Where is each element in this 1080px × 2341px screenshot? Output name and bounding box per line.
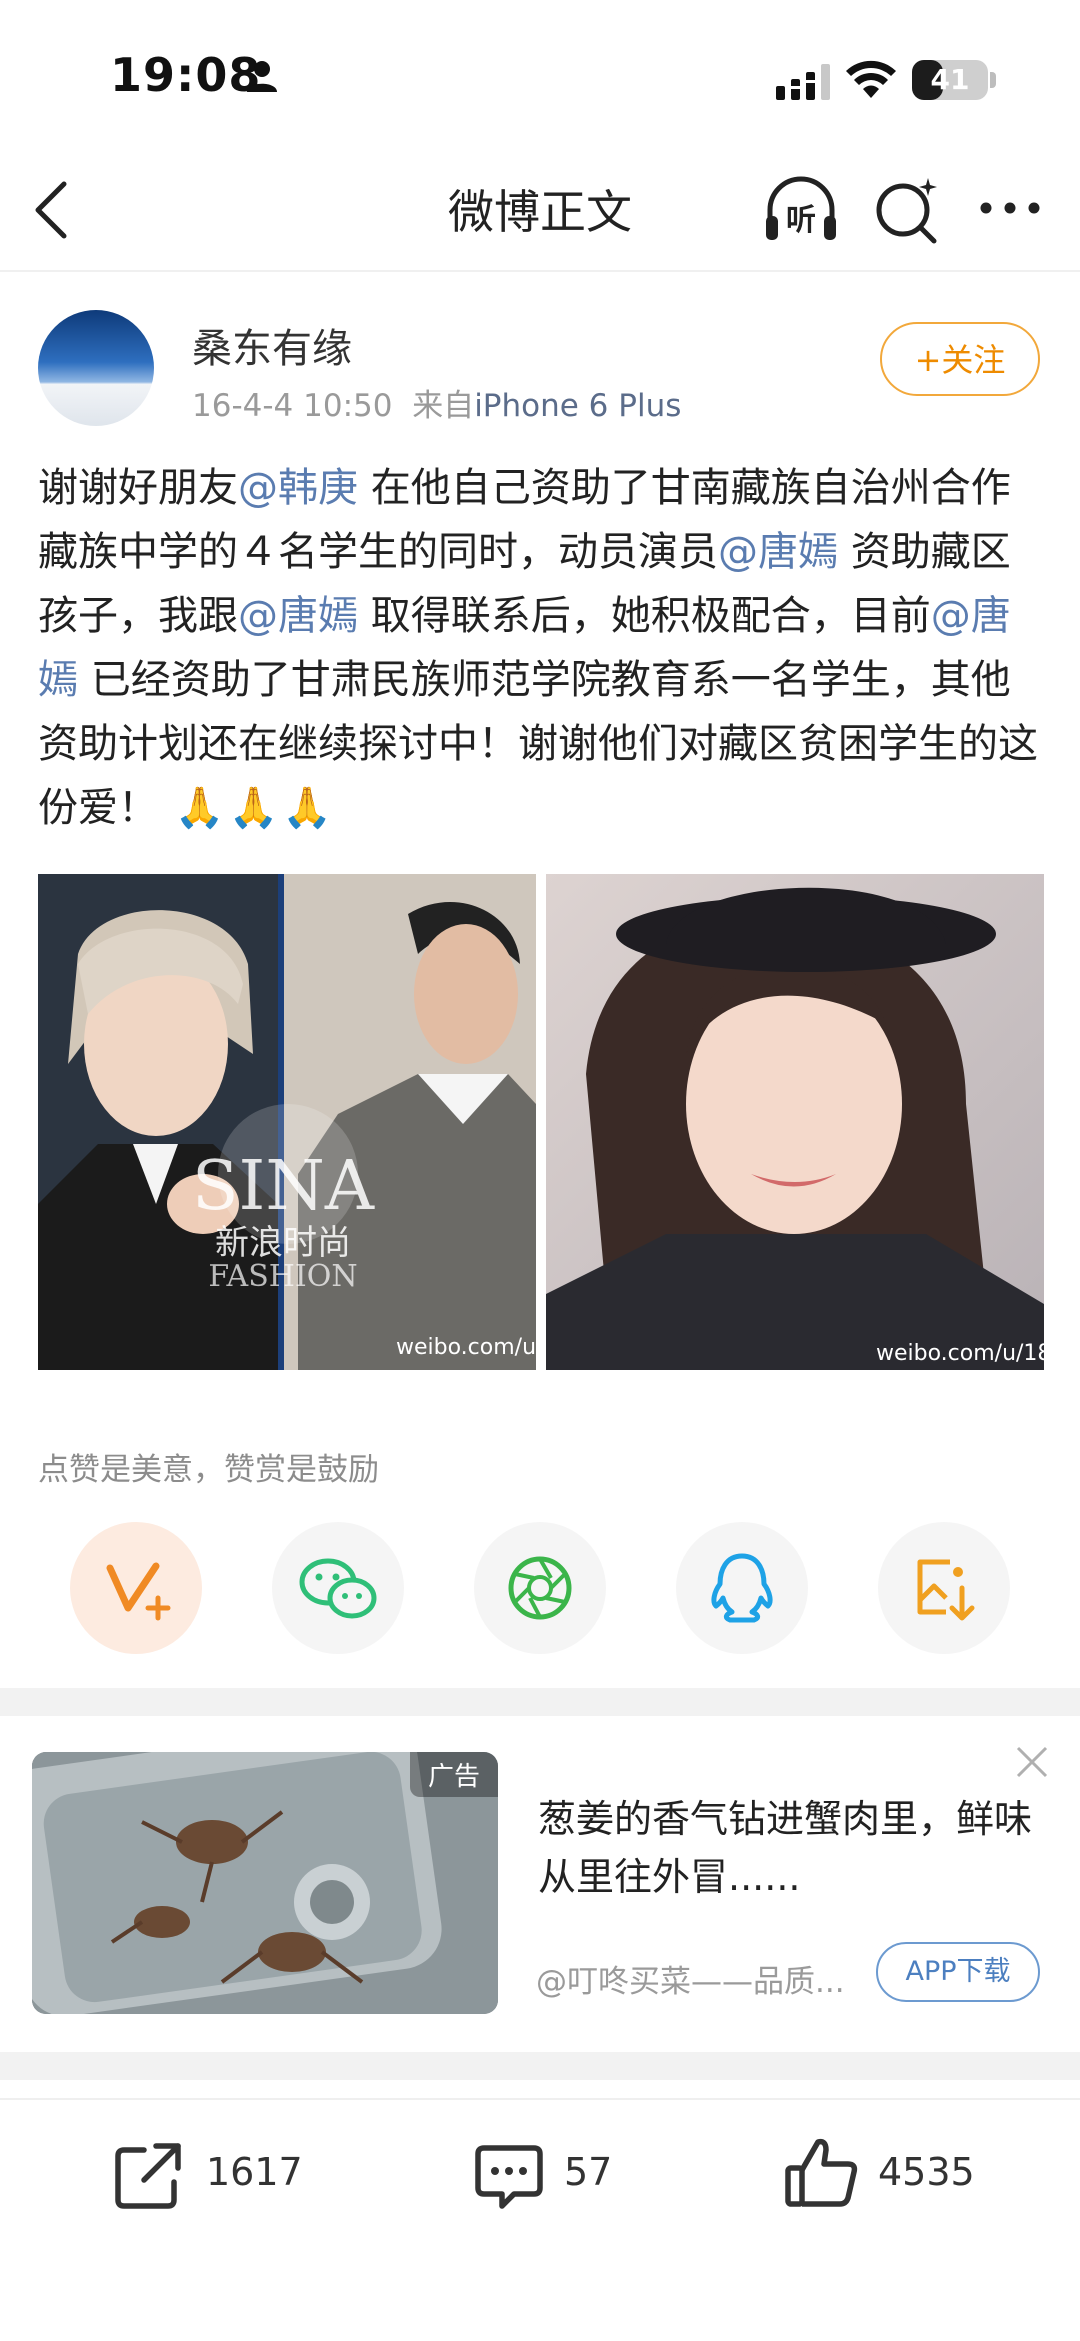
post-text-segment: 取得联系后，她积极配合，目前 (358, 593, 931, 639)
svg-text:听: 听 (786, 203, 816, 238)
reward-button[interactable] (70, 1522, 202, 1654)
headphones-icon: 听 (766, 176, 836, 240)
battery-level: 41 (930, 63, 970, 96)
share-icon (115, 2143, 181, 2209)
ad-source: @叮咚买菜——品质... (536, 1964, 845, 2000)
bottom-bar-border (0, 2098, 1080, 2100)
section-divider (0, 1688, 1080, 1716)
pray-emoji: 🙏🙏🙏 (158, 785, 337, 831)
ad-image[interactable]: 广告 (32, 1752, 498, 2014)
moments-icon (508, 1556, 572, 1620)
follow-button[interactable]: +关注 (880, 322, 1040, 396)
like-button[interactable]: 4535 (782, 2130, 1012, 2220)
post-image-1[interactable]: SINA 新浪时尚 FASHION weibo.com/u (38, 874, 536, 1370)
post-time: 16-4-4 10:50 (192, 388, 393, 424)
mention-link[interactable]: @唐嫣 (238, 593, 358, 639)
close-icon[interactable] (1014, 1744, 1050, 1780)
like-count: 4535 (878, 2150, 975, 2194)
app-download-button[interactable]: APP下载 (876, 1942, 1040, 2002)
wechat-share-button[interactable] (272, 1522, 404, 1654)
comment-button[interactable]: 57 (470, 2130, 670, 2220)
qq-icon (711, 1553, 773, 1623)
post-meta: 16-4-4 10:50 来自iPhone 6 Plus (192, 380, 681, 425)
author-name[interactable]: 桑东有缘 (192, 316, 352, 374)
search-icon[interactable] (872, 174, 942, 244)
source-prefix: 来自 (412, 388, 475, 424)
qq-share-button[interactable] (676, 1522, 808, 1654)
thumbs-up-icon (785, 2138, 858, 2207)
ad-tag: 广告 (409, 1752, 498, 1797)
svg-text:weibo.com/u/1888: weibo.com/u/1888 (876, 1341, 1044, 1366)
comment-count: 57 (564, 2150, 613, 2194)
status-time: 19:08 (110, 48, 262, 102)
comment-icon (475, 2145, 543, 2209)
save-image-icon (917, 1559, 975, 1621)
moments-share-button[interactable] (474, 1522, 606, 1654)
post-text-segment: 谢谢好朋友 (38, 465, 238, 511)
repost-button[interactable]: 1617 (110, 2130, 330, 2220)
nav-bar: 微博正文 听 (0, 150, 1080, 272)
battery-tip (990, 72, 996, 88)
reward-caption: 点赞是美意，赞赏是鼓励 (38, 1452, 379, 1488)
svg-text:SINA: SINA (192, 1147, 375, 1226)
listen-button[interactable]: 听 (762, 172, 840, 248)
save-image-button[interactable] (878, 1522, 1010, 1654)
wechat-icon (299, 1558, 377, 1619)
more-icon[interactable] (978, 200, 1042, 216)
v-plus-icon (106, 1562, 171, 1621)
post-source[interactable]: iPhone 6 Plus (474, 388, 681, 424)
repost-count: 1617 (206, 2150, 303, 2194)
section-divider (0, 2052, 1080, 2080)
battery-indicator: 41 (912, 60, 988, 100)
avatar[interactable] (38, 310, 154, 426)
mention-link[interactable]: @唐嫣 (718, 529, 838, 575)
post-text: 谢谢好朋友@韩庚 在他自己资助了甘南藏族自治州合作藏族中学的４名学生的同时，动员… (38, 456, 1048, 840)
person-icon (247, 61, 277, 92)
post-image-2[interactable]: weibo.com/u/1888 (546, 874, 1044, 1370)
svg-text:FASHION: FASHION (208, 1259, 357, 1294)
svg-text:weibo.com/u: weibo.com/u (396, 1335, 536, 1360)
mention-link[interactable]: @韩庚 (238, 465, 358, 511)
ad-title[interactable]: 葱姜的香气钻进蟹肉里，鲜味从里往外冒...... (538, 1790, 1038, 1906)
wifi-icon (846, 60, 896, 98)
cellular-signal-icon (776, 64, 830, 100)
svg-text:新浪时尚: 新浪时尚 (215, 1223, 351, 1263)
